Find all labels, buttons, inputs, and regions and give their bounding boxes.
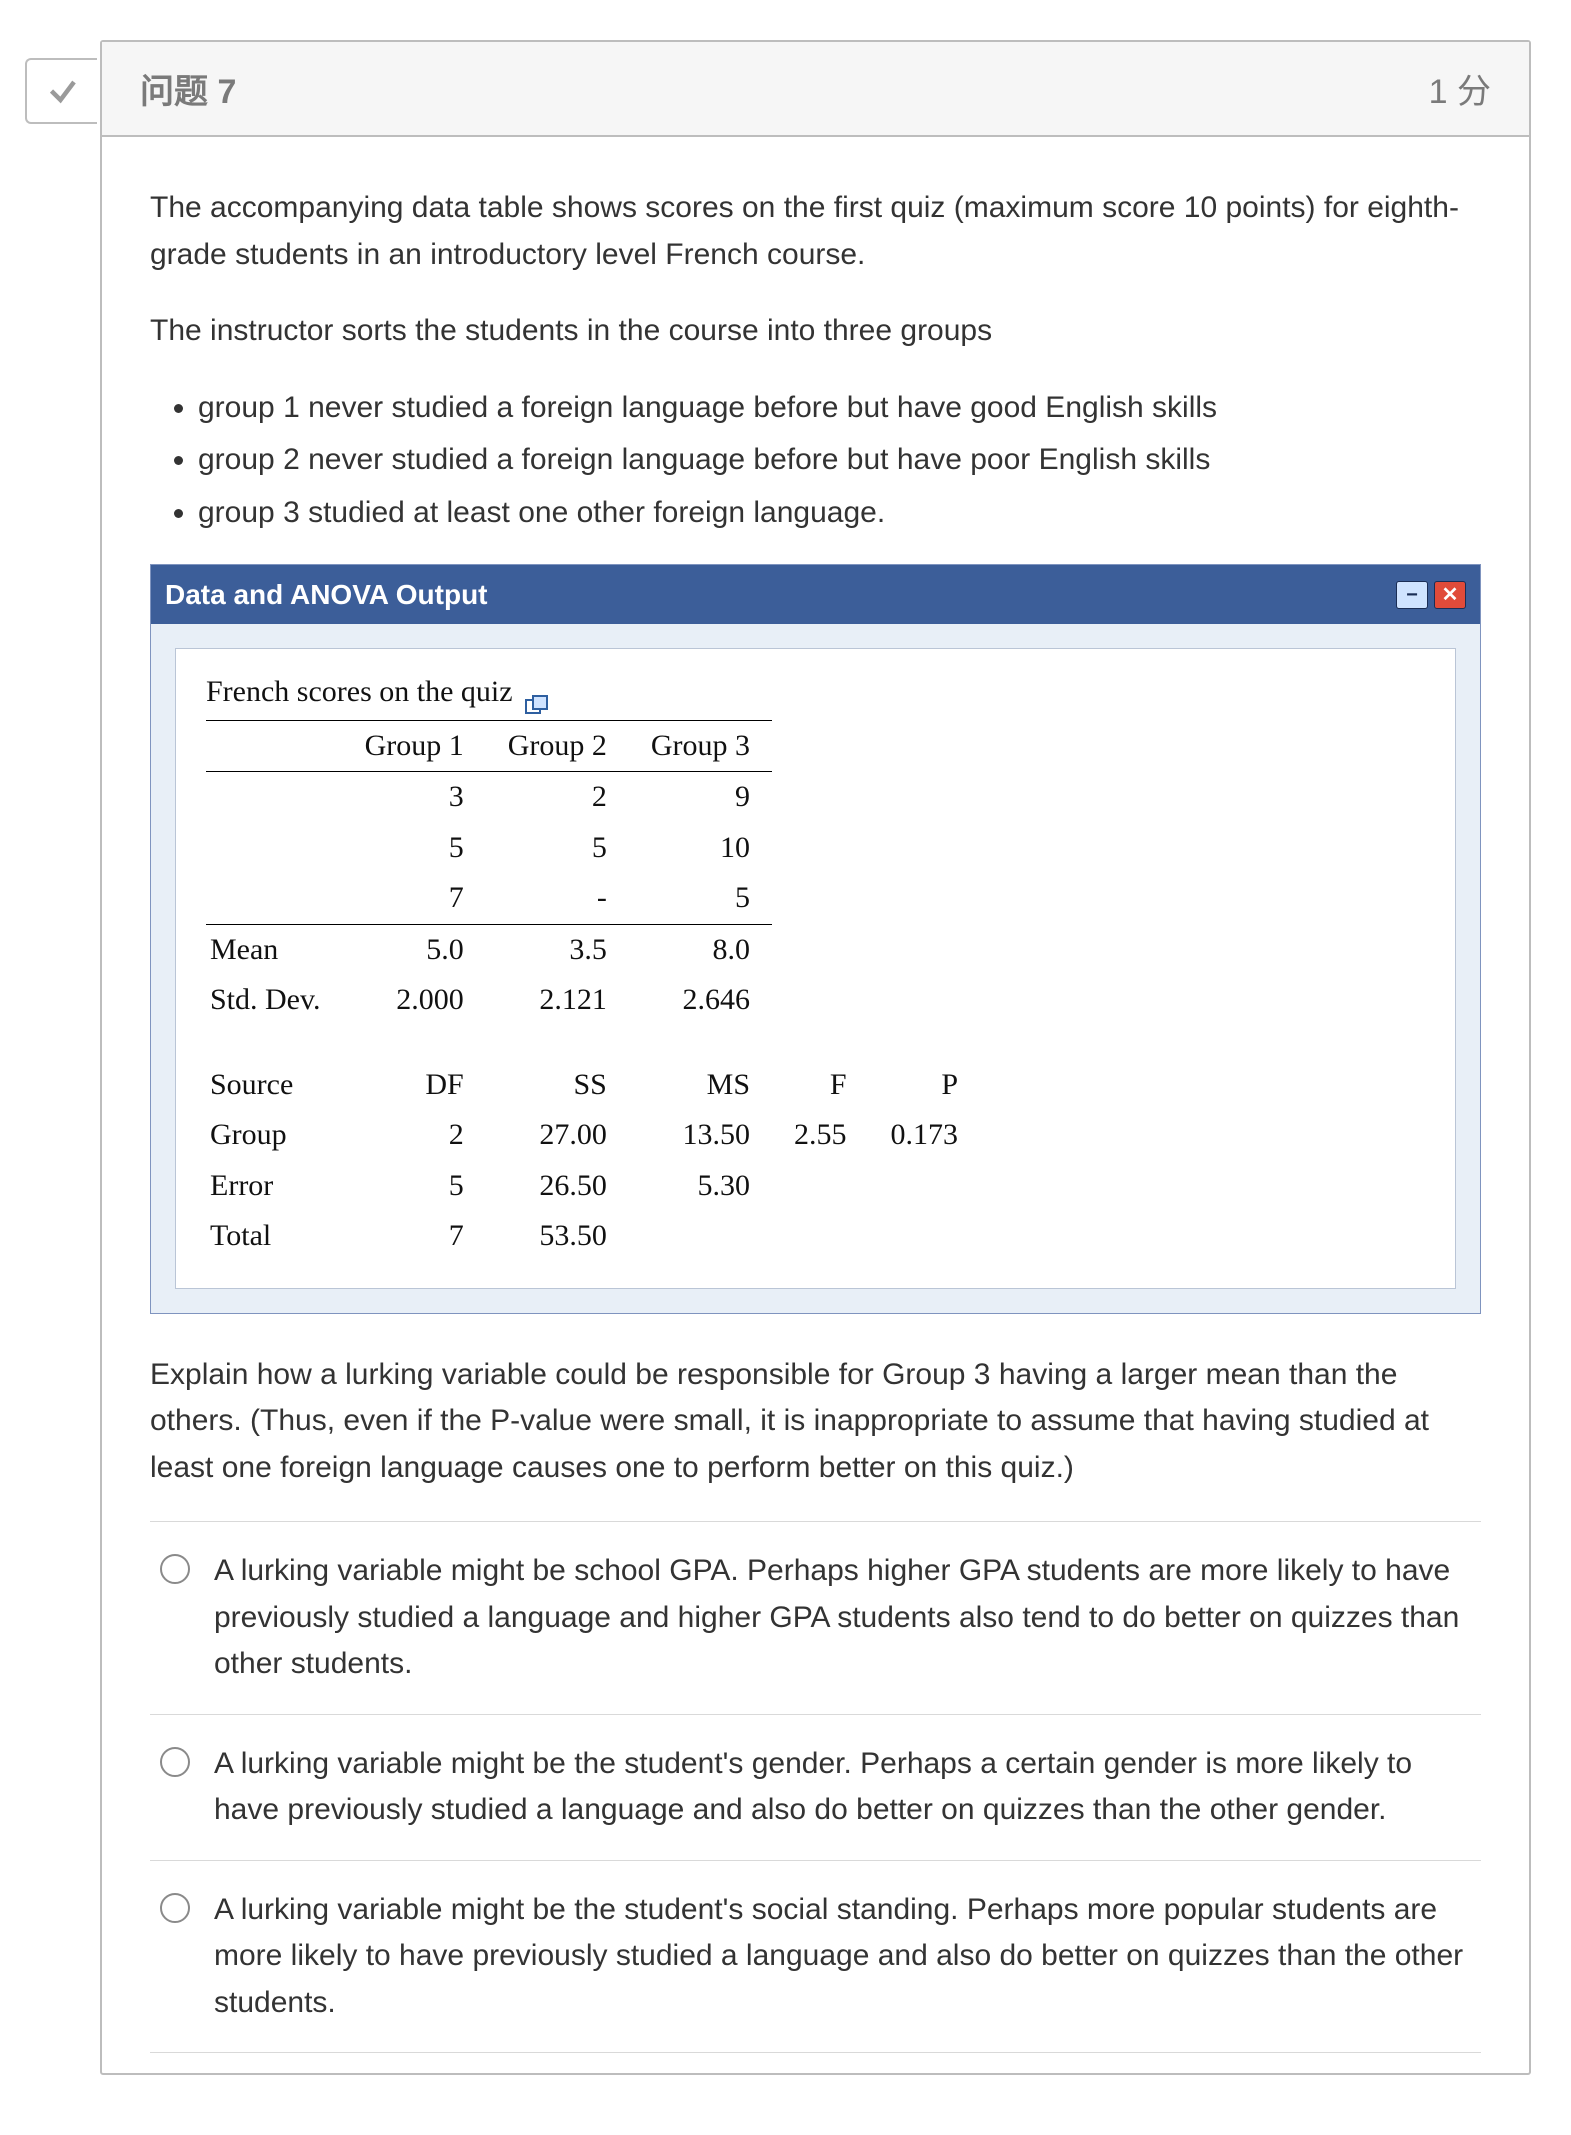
- anova-head-row: Source DF SS MS F P: [206, 1060, 980, 1111]
- col-blank: [206, 720, 343, 772]
- anova-output-box: French scores on the quiz: [175, 648, 1456, 1289]
- question-title: 问题 7: [140, 64, 236, 113]
- col-group3: Group 3: [629, 720, 772, 772]
- intro-paragraph-2: The instructor sorts the students in the…: [150, 308, 1481, 355]
- table-row: Mean 5.0 3.5 8.0: [206, 924, 980, 975]
- answer-option-text: A lurking variable might be the student'…: [214, 1887, 1471, 2027]
- table-row: 5 5 10: [206, 823, 980, 874]
- answer-option-text: A lurking variable might be the student'…: [214, 1741, 1471, 1834]
- radio-icon[interactable]: [160, 1893, 190, 1923]
- col-group2: Group 2: [486, 720, 629, 772]
- anova-output-panel: Data and ANOVA Output − ✕ French scores …: [150, 564, 1481, 1314]
- panel-titlebar: Data and ANOVA Output − ✕: [151, 565, 1480, 624]
- list-item: group 3 studied at least one other forei…: [198, 490, 1481, 537]
- table-row: Total 7 53.50: [206, 1211, 980, 1262]
- question-points: 1 分: [1429, 64, 1491, 113]
- question-prompt: Explain how a lurking variable could be …: [150, 1352, 1481, 1492]
- group-definitions-list: group 1 never studied a foreign language…: [150, 385, 1481, 537]
- table-row: Error 5 26.50 5.30: [206, 1161, 980, 1212]
- scores-table-caption: French scores on the quiz: [206, 669, 513, 716]
- question-bookmark-tab[interactable]: [25, 58, 97, 124]
- table-row: 7 - 5: [206, 873, 980, 924]
- panel-title-text: Data and ANOVA Output: [165, 573, 488, 616]
- radio-icon[interactable]: [160, 1554, 190, 1584]
- intro-paragraph-1: The accompanying data table shows scores…: [150, 185, 1481, 278]
- col-group1: Group 1: [343, 720, 486, 772]
- close-icon[interactable]: ✕: [1434, 581, 1466, 609]
- table-row: 3 2 9: [206, 772, 980, 823]
- panel-body: French scores on the quiz: [151, 624, 1480, 1313]
- answer-option[interactable]: A lurking variable might be the student'…: [150, 1860, 1481, 2054]
- list-item: group 2 never studied a foreign language…: [198, 437, 1481, 484]
- answer-option[interactable]: A lurking variable might be school GPA. …: [150, 1521, 1481, 1714]
- table-row: Group 2 27.00 13.50 2.55 0.173: [206, 1110, 980, 1161]
- scores-table: Group 1 Group 2 Group 3 3 2: [206, 720, 980, 1262]
- answer-options: A lurking variable might be school GPA. …: [150, 1521, 1481, 2053]
- question-header: 问题 7 1 分: [102, 42, 1529, 137]
- list-item: group 1 never studied a foreign language…: [198, 385, 1481, 432]
- answer-option-text: A lurking variable might be school GPA. …: [214, 1548, 1471, 1688]
- question-card: 问题 7 1 分 The accompanying data table sho…: [100, 40, 1531, 2075]
- minimize-icon[interactable]: −: [1396, 581, 1428, 609]
- answer-option[interactable]: A lurking variable might be the student'…: [150, 1714, 1481, 1860]
- radio-icon[interactable]: [160, 1747, 190, 1777]
- table-row: Std. Dev. 2.000 2.121 2.646: [206, 975, 980, 1026]
- popout-icon[interactable]: [525, 683, 549, 703]
